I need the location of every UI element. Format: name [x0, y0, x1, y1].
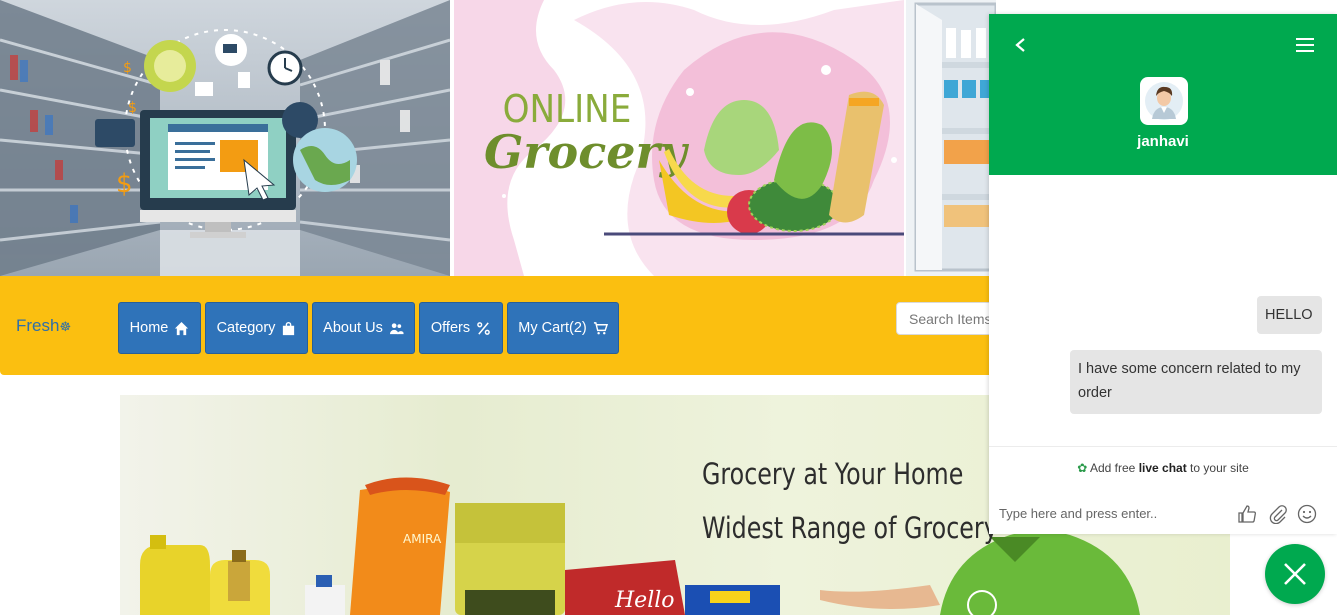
chat-message-input[interactable] [999, 502, 1219, 524]
back-arrow-icon[interactable] [1013, 36, 1029, 54]
agent-name: janhavi [1137, 133, 1189, 150]
brand-name: Fresh [16, 316, 60, 335]
hamburger-menu-icon[interactable] [1296, 38, 1314, 52]
nav-cart-label: My Cart(2) [518, 320, 587, 336]
nav-category-label: Category [216, 320, 276, 336]
nav-category-button[interactable]: Category [205, 302, 308, 354]
cart-icon [593, 321, 608, 334]
promo-bold: live chat [1138, 461, 1187, 475]
nav-offers-button[interactable]: Offers [419, 302, 503, 354]
nav-offers-label: Offers [430, 320, 471, 336]
percent-icon [477, 321, 490, 335]
nav-home-label: Home [129, 320, 169, 336]
hero-subheadline: Widest Range of Grocery [702, 511, 998, 545]
nav-about-button[interactable]: About Us [312, 302, 415, 354]
dharma-wheel-icon: ☸ [59, 319, 72, 334]
emoji-icon[interactable] [1297, 504, 1317, 524]
banner-fridge-shelves [906, 0, 996, 276]
home-icon [175, 321, 189, 335]
banner-supermarket-computer: $ $ $ [0, 0, 450, 276]
svg-text:$: $ [123, 60, 132, 76]
chat-message: HELLO [1257, 296, 1322, 334]
brand-logo[interactable]: Fresh☸ [16, 316, 71, 336]
nav-cart-button[interactable]: My Cart(2) [507, 302, 619, 354]
thumbs-up-icon[interactable] [1237, 504, 1257, 524]
live-chat-promo-link[interactable]: ✿ Add free live chat to your site [989, 461, 1337, 475]
bag-icon [283, 321, 295, 335]
chat-header: janhavi [989, 14, 1337, 175]
hero-headline: Grocery at Your Home [702, 457, 964, 491]
svg-text:$: $ [116, 169, 133, 199]
navbar: Fresh☸ Home Category About Us Offers My … [0, 276, 1006, 375]
close-icon [1284, 563, 1306, 585]
paperclip-icon[interactable] [1268, 504, 1288, 524]
chat-message: I have some concern related to my order [1070, 350, 1322, 414]
chat-widget: janhavi HELLO I have some concern relate… [989, 14, 1337, 534]
nav-about-label: About Us [323, 320, 383, 336]
chat-divider [989, 446, 1337, 447]
close-chat-button[interactable] [1265, 544, 1325, 604]
nav-home-button[interactable]: Home [118, 302, 201, 354]
promo-prefix: Add free [1089, 461, 1139, 475]
svg-text:$: $ [128, 100, 137, 116]
users-icon [389, 322, 404, 334]
agent-avatar-icon [1145, 82, 1183, 120]
page: $ $ $ ONLINE Grocery Fresh☸ Home Categor… [0, 0, 1337, 615]
promo-suffix: to your site [1186, 461, 1249, 475]
leaf-icon: ✿ [1077, 461, 1088, 475]
package-amira-text: AMIRA [403, 532, 442, 546]
banner-online-grocery: ONLINE Grocery [454, 0, 904, 276]
banner-grocery-text: Grocery [484, 125, 690, 179]
package-hello-text: Hello [614, 588, 675, 613]
agent-avatar [1140, 77, 1188, 125]
